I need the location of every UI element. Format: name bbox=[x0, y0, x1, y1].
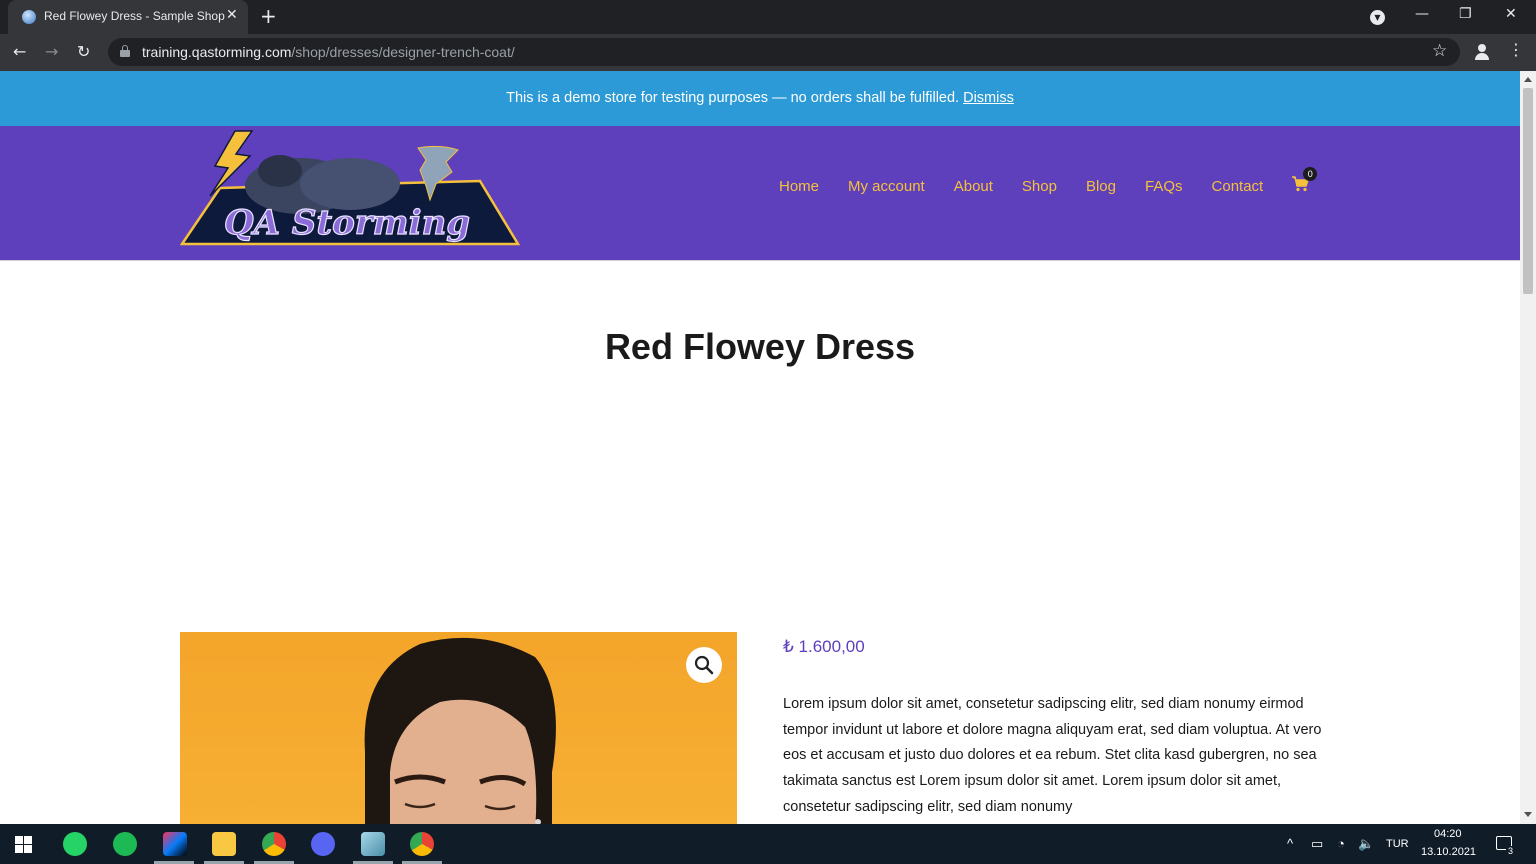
scroll-thumb[interactable] bbox=[1523, 88, 1533, 294]
cart-button[interactable]: 0 bbox=[1291, 167, 1318, 196]
discord-icon[interactable] bbox=[311, 832, 335, 856]
svg-text:QA Storming: QA Storming bbox=[224, 203, 470, 243]
magnifier-icon bbox=[694, 655, 714, 675]
whatsapp-icon[interactable] bbox=[63, 832, 87, 856]
site-favicon-icon bbox=[22, 10, 36, 24]
demo-store-notice: This is a demo store for testing purpose… bbox=[0, 71, 1520, 126]
language-indicator[interactable]: TUR bbox=[1386, 838, 1409, 850]
intellij-icon[interactable] bbox=[163, 832, 187, 856]
reload-icon[interactable]: ↻ bbox=[77, 42, 90, 61]
tab-search-icon[interactable]: ▼ bbox=[1370, 10, 1385, 25]
new-tab-button[interactable]: + bbox=[260, 4, 277, 28]
nav-faqs[interactable]: FAQs bbox=[1145, 178, 1183, 195]
bookmark-star-icon[interactable]: ☆ bbox=[1432, 41, 1447, 61]
url-text: training.qastorming.com/shop/dresses/des… bbox=[142, 44, 515, 60]
battery-icon[interactable]: ▭ bbox=[1311, 836, 1323, 852]
clock-time[interactable]: 04:20 bbox=[1434, 828, 1462, 840]
volume-icon[interactable]: 🔈 bbox=[1358, 836, 1374, 852]
scroll-up-arrow-icon[interactable] bbox=[1524, 77, 1532, 82]
tray-chevron-icon[interactable]: ^ bbox=[1287, 836, 1293, 851]
qa-storming-logo[interactable]: QA Storming bbox=[180, 126, 520, 251]
tab-title: Red Flowey Dress - Sample Shop bbox=[44, 9, 225, 23]
product-title: Red Flowey Dress bbox=[604, 326, 916, 367]
close-window-button[interactable]: ✕ bbox=[1505, 6, 1517, 22]
page-scrollbar[interactable] bbox=[1520, 71, 1536, 824]
scroll-down-arrow-icon[interactable] bbox=[1524, 812, 1532, 817]
spotify-icon[interactable] bbox=[113, 832, 137, 856]
file-explorer-icon[interactable] bbox=[212, 832, 236, 856]
model-photo bbox=[364, 637, 556, 824]
wifi-icon[interactable]: ◔ bbox=[1337, 836, 1345, 851]
clock-date[interactable]: 13.10.2021 bbox=[1421, 846, 1476, 858]
browser-tab-bar: Red Flowey Dress - Sample Shop ✕ + ▼ — ❐… bbox=[0, 0, 1536, 34]
profile-icon[interactable] bbox=[1474, 44, 1490, 60]
windows-start-icon[interactable] bbox=[15, 836, 32, 853]
dismiss-link[interactable]: Dismiss bbox=[963, 90, 1014, 106]
product-price: ₺ 1.600,00 bbox=[783, 637, 865, 656]
restore-button[interactable]: ❐ bbox=[1459, 6, 1472, 22]
notepad-icon[interactable] bbox=[361, 832, 385, 856]
demo-notice-text: This is a demo store for testing purpose… bbox=[506, 90, 960, 106]
chrome-icon[interactable] bbox=[262, 832, 286, 856]
browser-toolbar: ← → ↻ training.qastorming.com/shop/dress… bbox=[0, 34, 1536, 71]
nav-contact[interactable]: Contact bbox=[1212, 178, 1264, 195]
chrome-active-icon[interactable] bbox=[410, 832, 434, 856]
product-image[interactable] bbox=[180, 632, 737, 824]
cart-count-badge: 0 bbox=[1303, 167, 1318, 181]
back-arrow-icon[interactable]: ← bbox=[13, 42, 26, 61]
browser-menu-icon[interactable]: ⋮ bbox=[1508, 40, 1524, 59]
address-bar[interactable]: training.qastorming.com/shop/dresses/des… bbox=[108, 38, 1460, 66]
nav-about[interactable]: About bbox=[954, 178, 993, 195]
page-viewport: This is a demo store for testing purpose… bbox=[0, 71, 1520, 824]
nav-blog[interactable]: Blog bbox=[1086, 178, 1116, 195]
nav-my-account[interactable]: My account bbox=[848, 178, 925, 195]
minimize-button[interactable]: — bbox=[1415, 6, 1429, 22]
windows-taskbar: ^ ▭ ◔ 🔈 TUR 04:20 13.10.2021 3 bbox=[0, 824, 1536, 864]
browser-tab[interactable]: Red Flowey Dress - Sample Shop ✕ bbox=[8, 0, 248, 34]
notification-count: 3 bbox=[1506, 846, 1516, 856]
tab-close-icon[interactable]: ✕ bbox=[226, 7, 238, 23]
product-description: Lorem ipsum dolor sit amet, consetetur s… bbox=[783, 696, 1322, 815]
nav-shop[interactable]: Shop bbox=[1022, 178, 1057, 195]
site-header: QA Storming Home My account About Shop B… bbox=[0, 126, 1520, 261]
forward-arrow-icon[interactable]: → bbox=[45, 42, 58, 61]
lock-icon[interactable] bbox=[120, 45, 130, 57]
main-navigation: Home My account About Shop Blog FAQs Con… bbox=[779, 126, 1318, 246]
zoom-button[interactable] bbox=[686, 647, 722, 683]
nav-home[interactable]: Home bbox=[779, 178, 819, 195]
